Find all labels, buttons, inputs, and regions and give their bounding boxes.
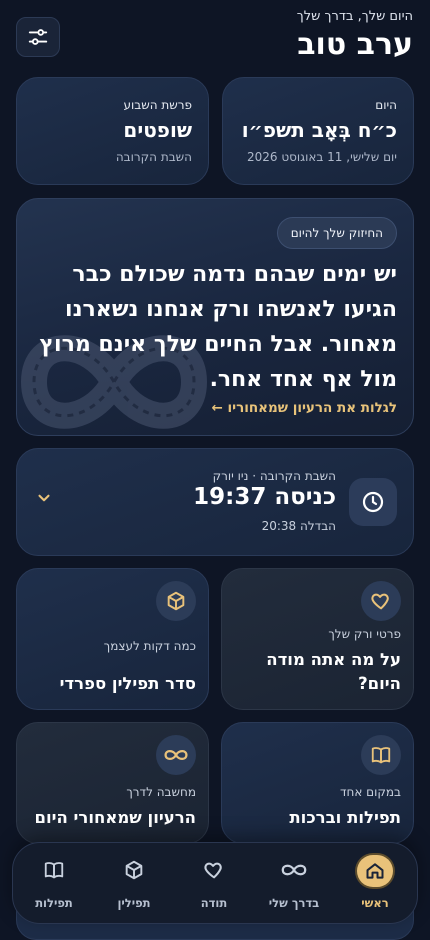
nav-tefillin[interactable]: תפילין	[99, 853, 169, 915]
heart-icon	[196, 855, 232, 885]
today-card[interactable]: היום כ״ח בְּאָב תשפ״ו יום שלישי, 11 באוג…	[222, 77, 414, 185]
page-title: ערב טוב	[297, 27, 413, 62]
tefillin-title: סדר תפילין ספרדי	[59, 674, 196, 693]
nav-prayers-label: תפילות	[35, 896, 73, 910]
book-icon-box	[361, 735, 401, 775]
prayers-card[interactable]: במקום אחד תפילות וברכות	[221, 722, 414, 844]
settings-button[interactable]	[16, 17, 60, 57]
home-icon	[357, 855, 393, 887]
daily-idea-label: מחשבה לדרך	[126, 785, 196, 799]
candle-lighting-time: כניסה 19:37	[193, 484, 336, 510]
box-icon	[116, 855, 152, 885]
chevron-down-icon	[38, 494, 50, 502]
heart-icon	[371, 593, 389, 610]
bottom-nav: ראשי בדרך שלי תודה תפילין תפילות	[12, 842, 418, 924]
heart-icon-box	[361, 581, 401, 621]
inspiration-card[interactable]: החיזוק שלך להיום יש ימים שבהם נדמה שכולם…	[16, 198, 414, 436]
clock-icon	[362, 491, 384, 513]
tefillin-label: כמה דקות לעצמך	[103, 639, 196, 653]
nav-home-label: ראשי	[361, 896, 389, 910]
prayers-title: תפילות וברכות	[289, 808, 401, 827]
parasha-label: פרשת השבוע	[123, 98, 192, 112]
nav-my-way[interactable]: בדרך שלי	[259, 853, 329, 915]
parasha-card[interactable]: פרשת השבוע שופטים השבת הקרובה	[16, 77, 209, 185]
daily-idea-card[interactable]: מחשבה לדרך הרעיון שמאחורי היום	[16, 722, 209, 844]
discover-idea-link[interactable]: לגלות את הרעיון שמאחוריו ←	[212, 400, 398, 416]
nav-my-way-label: בדרך שלי	[268, 896, 320, 910]
prayers-label: במקום אחד	[339, 785, 401, 799]
nav-gratitude[interactable]: תודה	[179, 853, 249, 915]
havdalah-time: הבדלה 20:38	[261, 519, 336, 533]
nav-gratitude-label: תודה	[200, 896, 228, 910]
infinity-icon	[164, 749, 188, 761]
nav-prayers[interactable]: תפילות	[19, 853, 89, 915]
nav-home[interactable]: ראשי	[340, 853, 410, 915]
expand-button[interactable]	[35, 489, 53, 511]
gregorian-date: יום שלישי, 11 באוגוסט 2026	[246, 150, 397, 164]
book-icon	[36, 855, 72, 885]
daily-idea-title: הרעיון שמאחורי היום	[34, 808, 196, 827]
nav-tefillin-label: תפילין	[117, 896, 151, 910]
inspiration-badge: החיזוק שלך להיום	[276, 217, 397, 249]
parasha-sub: השבת הקרובה	[115, 150, 192, 164]
inspiration-quote: יש ימים שבהם נדמה שכולם כבר הגיעו לאנשהו…	[39, 262, 398, 392]
box-icon-box	[156, 581, 196, 621]
clock-icon-box	[349, 478, 397, 526]
tefillin-card[interactable]: כמה דקות לעצמך סדר תפילין ספרדי	[16, 568, 209, 710]
gratitude-card[interactable]: פרטי ורק שלך על מה אתה מודה היום?	[221, 568, 414, 710]
shabbat-times-card[interactable]: השבת הקרובה · ניו יורק כניסה 19:37 הבדלה…	[16, 448, 414, 556]
shabbat-label: השבת הקרובה · ניו יורק	[212, 469, 336, 483]
sliders-icon	[28, 29, 48, 45]
parasha-name: שופטים	[123, 118, 192, 142]
book-icon	[371, 747, 391, 764]
infinity-icon-box	[156, 735, 196, 775]
header-subtitle: היום שלך, בדרך שלך	[296, 9, 413, 24]
gratitude-label: פרטי ורק שלך	[328, 627, 401, 641]
header: היום שלך, בדרך שלך ערב טוב	[0, 0, 430, 70]
infinity-icon	[276, 855, 312, 885]
today-label: היום	[375, 98, 397, 112]
box-icon	[167, 591, 185, 611]
hebrew-date: כ״ח בְּאָב תשפ״ו	[241, 118, 397, 142]
gratitude-title: על מה אתה מודה היום?	[266, 650, 401, 693]
